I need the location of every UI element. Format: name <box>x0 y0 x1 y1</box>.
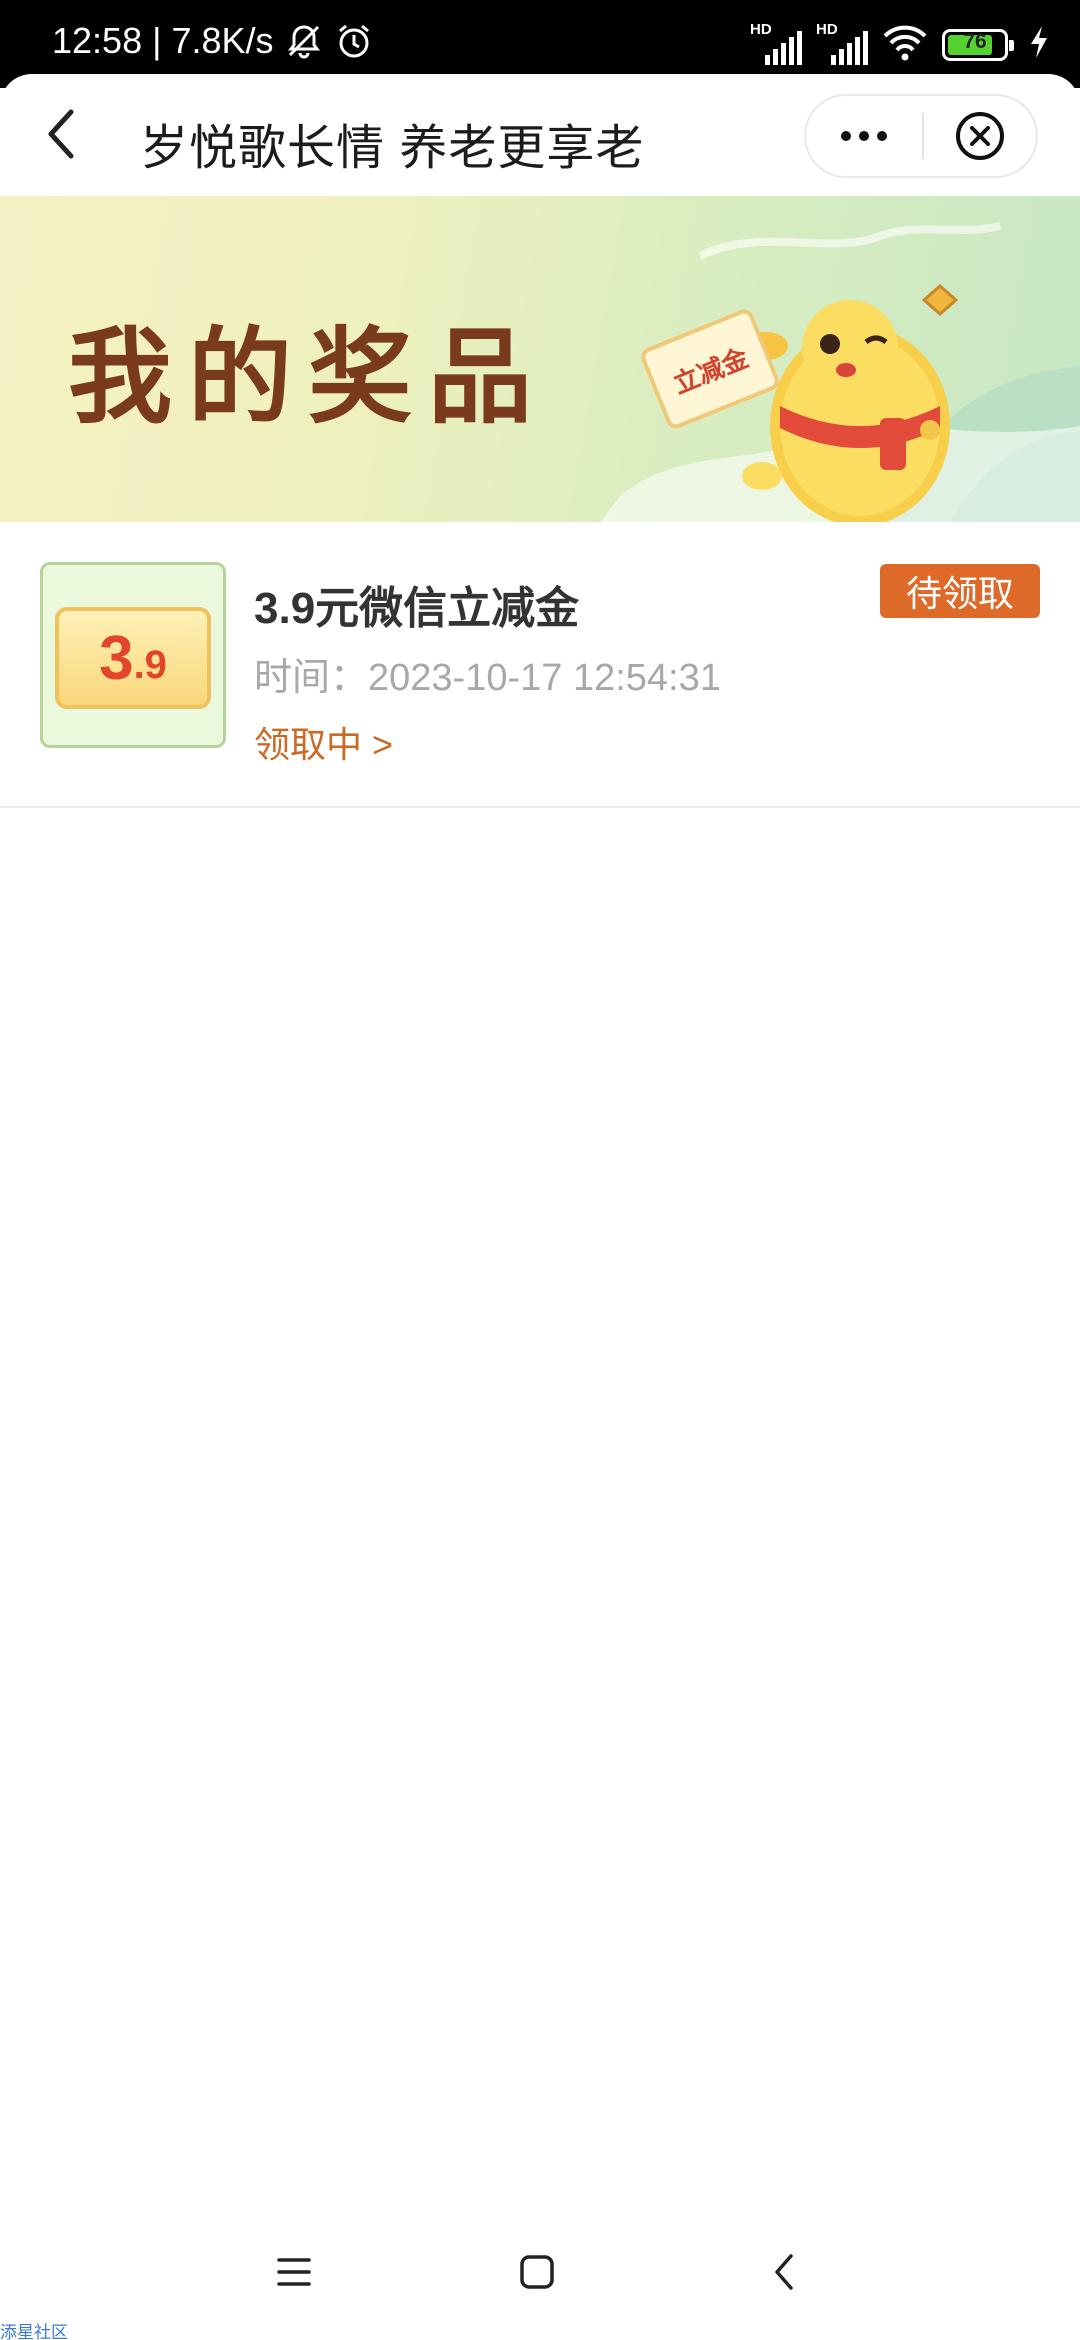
battery-level: 76 <box>963 29 987 53</box>
claim-link[interactable]: 领取中 > <box>254 716 393 768</box>
prize-time-label: 时间： <box>254 657 369 699</box>
prize-time: 时间：2023-10-17 12:54:31 <box>254 646 721 701</box>
close-icon <box>956 112 1004 160</box>
ticket-icon: 3 .9 <box>55 607 211 709</box>
status-left: 12:58 | 7.8K/s <box>52 20 374 62</box>
bell-off-icon <box>284 21 324 61</box>
signal-icon-2: HD <box>816 21 868 65</box>
coupon-tag-label: 立减金 <box>668 341 753 399</box>
thumb-amount-int: 3 <box>99 623 134 693</box>
battery-icon: 76 <box>942 28 1014 61</box>
banner-title: 我的奖品 <box>68 315 549 438</box>
signal-icon: HD <box>750 21 802 65</box>
wifi-icon <box>882 22 928 67</box>
menu-button[interactable] <box>264 2242 324 2302</box>
more-icon-dot <box>841 131 851 141</box>
more-icon-dot <box>859 131 869 141</box>
status-separator: | <box>152 20 162 61</box>
watermark: 添星社区 <box>0 2323 68 2340</box>
nav-back-button[interactable] <box>754 2242 814 2302</box>
prize-name: 3.9元微信立减金 <box>254 584 580 633</box>
system-nav-bar <box>0 2222 1080 2322</box>
status-badge[interactable]: 待领取 <box>879 564 1040 618</box>
prize-time-value: 2023-10-17 12:54:31 <box>368 657 721 699</box>
net-speed: 7.8K/s <box>171 20 274 61</box>
more-icon-dot <box>877 131 887 141</box>
prize-item[interactable]: 3 .9 3.9元微信立减金 时间：2023-10-17 12:54:31 领取… <box>0 522 1080 808</box>
back-icon <box>775 2254 793 2290</box>
menu-icon <box>277 2258 311 2286</box>
home-button[interactable] <box>507 2242 567 2302</box>
back-button[interactable] <box>30 104 90 164</box>
status-right: HD HD 76 <box>750 21 1050 67</box>
home-icon <box>520 2255 554 2289</box>
charging-icon <box>1028 24 1050 65</box>
prize-banner: 我的奖品 立减金 <box>0 196 1080 522</box>
thumb-amount-dec: .9 <box>133 642 167 687</box>
more-button[interactable] <box>806 96 922 176</box>
mini-program-header: 岁悦歌长情 养老更享老 <box>0 74 1080 196</box>
status-time: 12:58 <box>52 20 143 61</box>
page-title: 岁悦歌长情 养老更享老 <box>140 122 645 175</box>
prize-thumbnail: 3 .9 <box>40 562 226 748</box>
back-icon <box>48 109 74 159</box>
close-button[interactable] <box>924 96 1036 176</box>
capsule-menu <box>804 94 1038 178</box>
alarm-icon <box>334 21 374 61</box>
